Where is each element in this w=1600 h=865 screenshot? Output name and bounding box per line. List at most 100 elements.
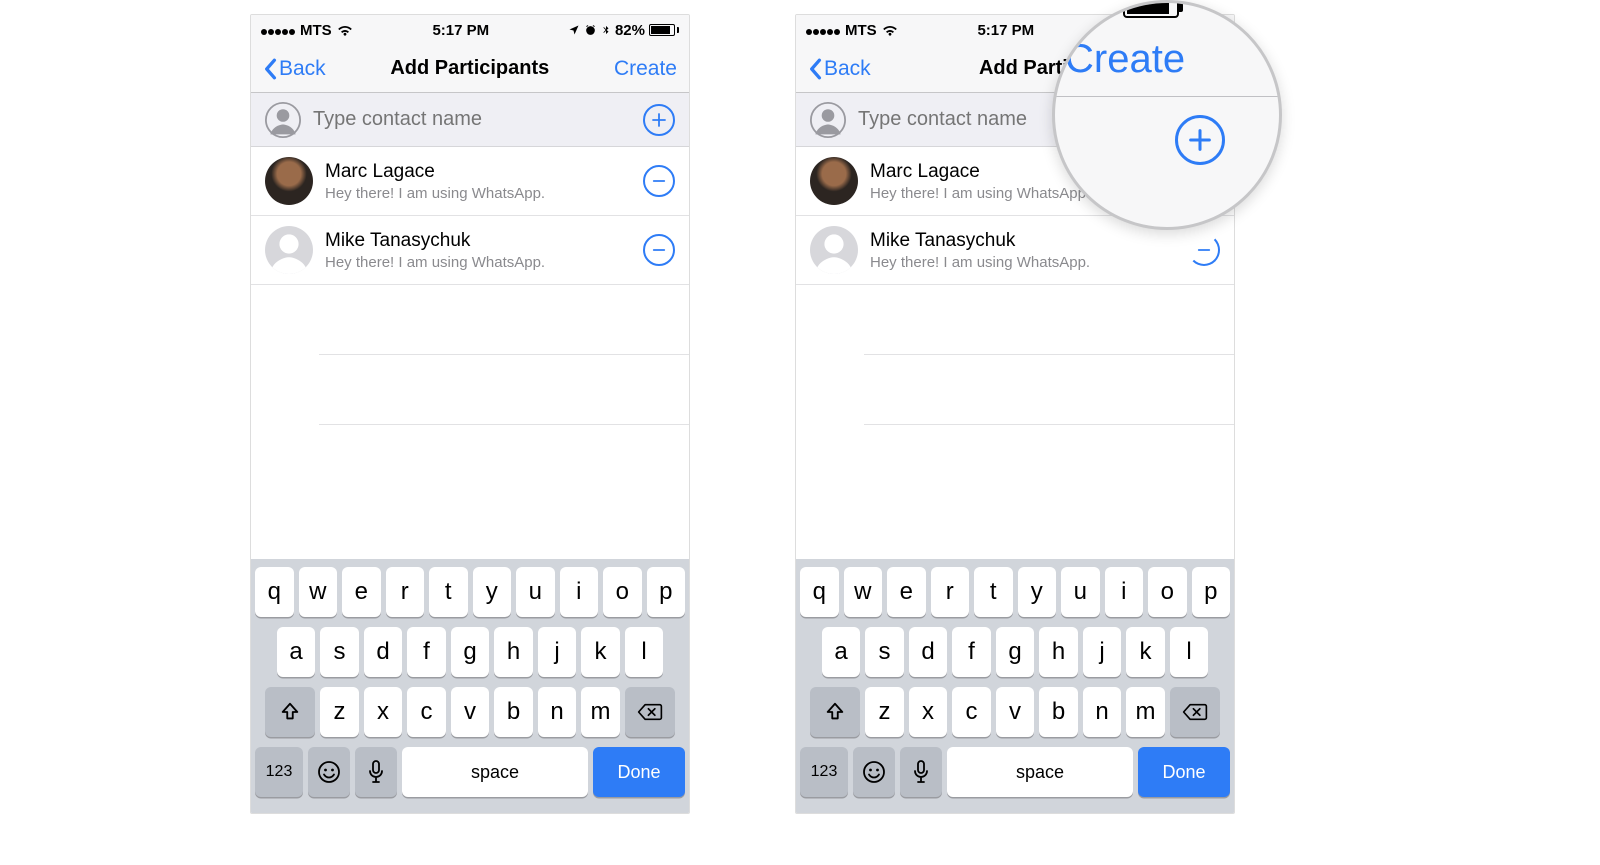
back-button[interactable]: Back: [263, 57, 326, 81]
letter-key-r[interactable]: r: [931, 567, 970, 617]
letter-key-p[interactable]: p: [1192, 567, 1231, 617]
letter-key-m[interactable]: m: [581, 687, 620, 737]
keyboard-row-1: qwertyuiop: [255, 567, 685, 617]
person-placeholder-icon: [810, 102, 846, 138]
remove-contact-button[interactable]: [643, 234, 675, 266]
add-contact-button[interactable]: [643, 104, 675, 136]
keyboard: qwertyuiop asdfghjkl zxcvbnm 123 space D…: [251, 559, 689, 813]
letter-key-g[interactable]: g: [996, 627, 1035, 677]
keyboard-row-4: 123 space Done: [255, 747, 685, 797]
letter-key-q[interactable]: q: [255, 567, 294, 617]
letter-key-w[interactable]: w: [299, 567, 338, 617]
letter-key-a[interactable]: a: [822, 627, 861, 677]
letter-key-x[interactable]: x: [364, 687, 403, 737]
letter-key-t[interactable]: t: [429, 567, 468, 617]
letter-key-c[interactable]: c: [952, 687, 991, 737]
contacts-list: Marc Lagace Hey there! I am using WhatsA…: [251, 147, 689, 425]
letter-key-z[interactable]: z: [865, 687, 904, 737]
letter-key-l[interactable]: l: [1170, 627, 1209, 677]
letter-key-d[interactable]: d: [364, 627, 403, 677]
letter-key-r[interactable]: r: [386, 567, 425, 617]
letter-key-f[interactable]: f: [407, 627, 446, 677]
letter-key-n[interactable]: n: [538, 687, 577, 737]
letter-key-s[interactable]: s: [320, 627, 359, 677]
letter-key-g[interactable]: g: [451, 627, 490, 677]
carrier-label: MTS: [300, 22, 332, 39]
letter-key-f[interactable]: f: [952, 627, 991, 677]
letter-key-b[interactable]: b: [1039, 687, 1078, 737]
clock-label: 5:17 PM: [432, 22, 489, 39]
space-key[interactable]: space: [947, 747, 1133, 797]
letter-key-h[interactable]: h: [1039, 627, 1078, 677]
keyboard-row-1: qwertyuiop: [800, 567, 1230, 617]
contact-row[interactable]: Mike Tanasychuk Hey there! I am using Wh…: [251, 216, 689, 285]
numbers-key[interactable]: 123: [255, 747, 303, 797]
letter-key-h[interactable]: h: [494, 627, 533, 677]
minus-icon: [650, 241, 668, 259]
letter-key-e[interactable]: e: [887, 567, 926, 617]
letter-key-p[interactable]: p: [647, 567, 686, 617]
letter-key-s[interactable]: s: [865, 627, 904, 677]
letter-key-y[interactable]: y: [1018, 567, 1057, 617]
letter-key-j[interactable]: j: [1083, 627, 1122, 677]
contact-status: Hey there! I am using WhatsApp.: [325, 254, 631, 271]
letter-key-w[interactable]: w: [844, 567, 883, 617]
create-button[interactable]: Create: [614, 57, 677, 81]
backspace-key[interactable]: [625, 687, 675, 737]
letter-key-k[interactable]: k: [581, 627, 620, 677]
space-key[interactable]: space: [402, 747, 588, 797]
letter-key-e[interactable]: e: [342, 567, 381, 617]
remove-contact-button-partial[interactable]: [1188, 234, 1220, 266]
remove-contact-button[interactable]: [643, 165, 675, 197]
letter-key-m[interactable]: m: [1126, 687, 1165, 737]
wifi-icon: [336, 23, 354, 37]
nav-bar: Back Add Participants Create: [251, 45, 689, 93]
backspace-key[interactable]: [1170, 687, 1220, 737]
letter-key-x[interactable]: x: [909, 687, 948, 737]
letter-key-i[interactable]: i: [1105, 567, 1144, 617]
letter-key-b[interactable]: b: [494, 687, 533, 737]
letter-key-l[interactable]: l: [625, 627, 664, 677]
letter-key-c[interactable]: c: [407, 687, 446, 737]
done-key[interactable]: Done: [593, 747, 685, 797]
contact-name: Mike Tanasychuk: [870, 230, 1176, 252]
add-contact-button-zoom[interactable]: [1175, 115, 1225, 165]
letter-key-t[interactable]: t: [974, 567, 1013, 617]
back-button[interactable]: Back: [808, 57, 871, 81]
minus-icon: [650, 172, 668, 190]
letter-key-o[interactable]: o: [1148, 567, 1187, 617]
letter-key-a[interactable]: a: [277, 627, 316, 677]
shift-key[interactable]: [810, 687, 860, 737]
create-button-zoom[interactable]: Create: [1052, 23, 1282, 96]
backspace-icon: [637, 702, 663, 722]
shift-key[interactable]: [265, 687, 315, 737]
letter-key-v[interactable]: v: [451, 687, 490, 737]
carrier-label: MTS: [845, 22, 877, 39]
backspace-icon: [1182, 702, 1208, 722]
letter-key-d[interactable]: d: [909, 627, 948, 677]
letter-key-y[interactable]: y: [473, 567, 512, 617]
letter-key-v[interactable]: v: [996, 687, 1035, 737]
emoji-key[interactable]: [308, 747, 350, 797]
search-input[interactable]: [313, 108, 631, 131]
letter-key-o[interactable]: o: [603, 567, 642, 617]
letter-key-q[interactable]: q: [800, 567, 839, 617]
wifi-icon: [881, 23, 899, 37]
avatar: [810, 226, 858, 274]
numbers-key[interactable]: 123: [800, 747, 848, 797]
done-key[interactable]: Done: [1138, 747, 1230, 797]
letter-key-k[interactable]: k: [1126, 627, 1165, 677]
dictation-key[interactable]: [900, 747, 942, 797]
keyboard-row-3: zxcvbnm: [255, 687, 685, 737]
letter-key-i[interactable]: i: [560, 567, 599, 617]
contact-row[interactable]: Marc Lagace Hey there! I am using WhatsA…: [251, 147, 689, 216]
letter-key-j[interactable]: j: [538, 627, 577, 677]
letter-key-u[interactable]: u: [516, 567, 555, 617]
plus-icon: [1186, 126, 1214, 154]
battery-pct-label-zoom: 82%: [1057, 0, 1117, 23]
dictation-key[interactable]: [355, 747, 397, 797]
letter-key-z[interactable]: z: [320, 687, 359, 737]
letter-key-n[interactable]: n: [1083, 687, 1122, 737]
letter-key-u[interactable]: u: [1061, 567, 1100, 617]
emoji-key[interactable]: [853, 747, 895, 797]
